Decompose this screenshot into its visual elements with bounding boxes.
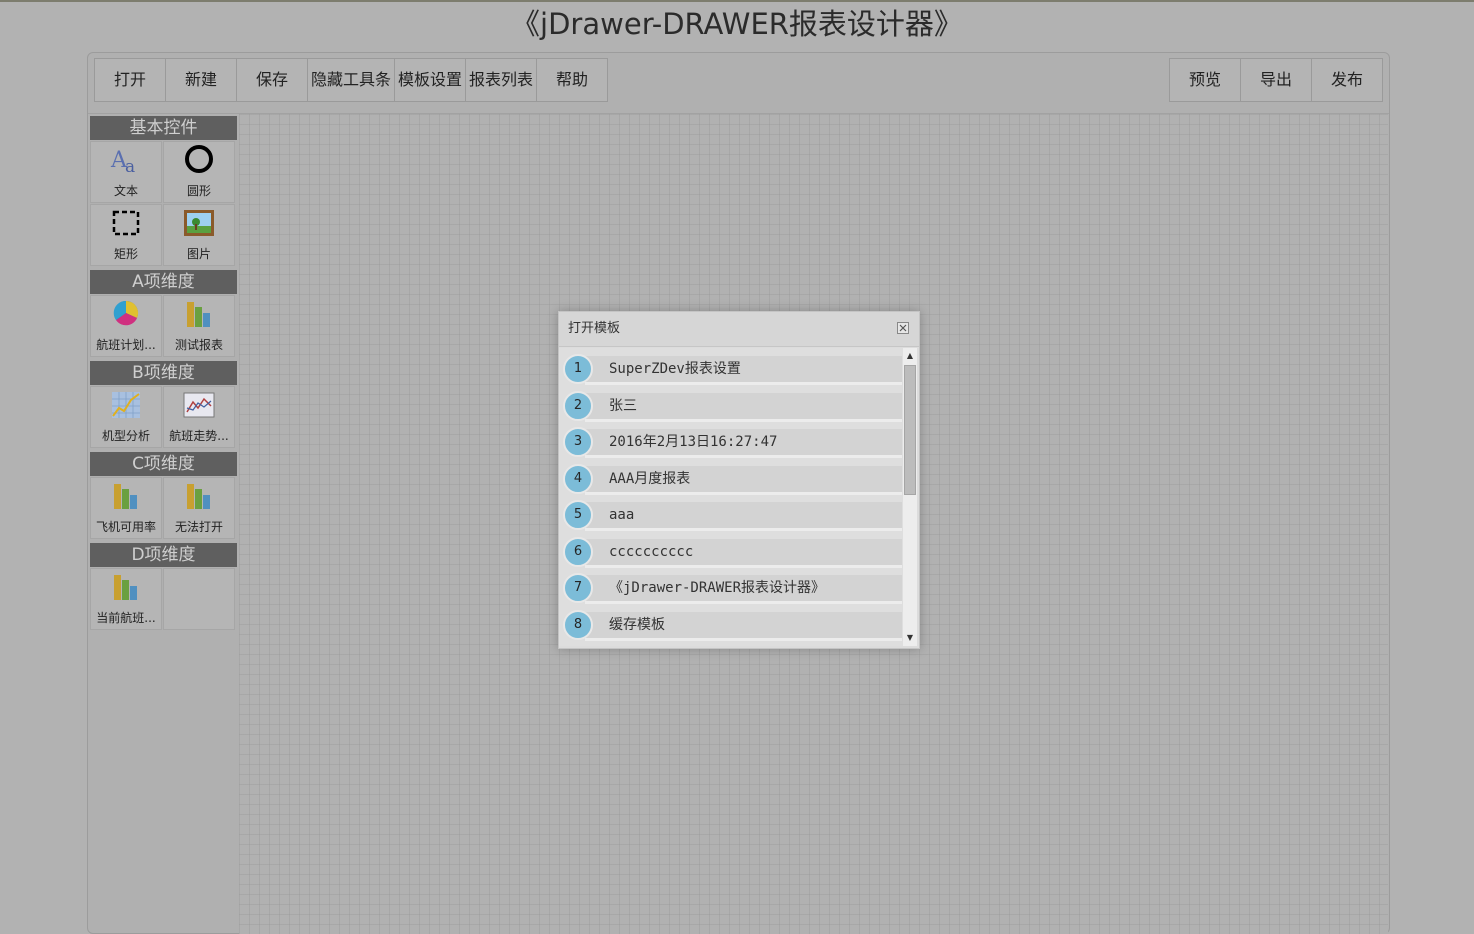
palette-item-label: 无法打开: [174, 520, 223, 534]
palette-item[interactable]: 矩形: [90, 204, 162, 266]
palette-item[interactable]: 图片: [163, 204, 235, 266]
palette-item[interactable]: Aa 文本: [90, 141, 162, 203]
palette-item[interactable]: 航班走势...: [163, 386, 235, 448]
list-item-number: 6: [563, 536, 593, 567]
bar-chart-icon: [183, 481, 215, 513]
palette-item-label: 当前航班...: [96, 611, 156, 625]
template-list-item[interactable]: 3 2016年2月13日16:27:47: [563, 427, 902, 458]
component-palette: 基本控件 Aa 文本 圆形矩形 图片 A项维度航班计划... 测试报表 B项维度机型分析 航班走…: [90, 116, 237, 634]
list-item-number: 1: [563, 354, 593, 384]
list-item-label: SuperZDev报表设置: [609, 361, 741, 377]
scroll-down-icon[interactable]: ▼: [903, 632, 917, 644]
list-item-label: aaa: [609, 507, 635, 523]
palette-item[interactable]: 无法打开: [163, 477, 235, 539]
palette-item-label: 圆形: [186, 184, 211, 198]
toolbar-right-group: 预览 导出 发布: [1169, 58, 1383, 102]
trend-chart-icon: [183, 390, 215, 422]
list-item-label: 张三: [609, 397, 637, 414]
line-chart-icon: [110, 390, 142, 422]
save-button[interactable]: 保存: [236, 58, 307, 102]
template-settings-button[interactable]: 模板设置: [394, 58, 466, 102]
scrollbar[interactable]: ▲ ▼: [903, 348, 917, 646]
bar-chart-icon: [110, 572, 142, 604]
list-item-number: 8: [563, 609, 593, 640]
publish-button[interactable]: 发布: [1311, 58, 1383, 102]
text-icon: Aa: [110, 145, 142, 177]
template-list-item[interactable]: 2 张三: [563, 390, 902, 422]
bar-chart-icon: [110, 481, 142, 513]
template-list: 8 缓存模板 7 《jDrawer-DRAWER报表设计器》 6 cccccccccc 5 a…: [559, 348, 917, 646]
palette-group-header: C项维度: [90, 452, 237, 476]
palette-item[interactable]: 机型分析: [90, 386, 162, 448]
rectangle-icon: [110, 208, 142, 240]
palette-item-label: 机型分析: [101, 429, 150, 443]
list-item-number: 2: [563, 390, 593, 421]
template-list-item[interactable]: 5 aaa: [563, 500, 902, 531]
template-list-item[interactable]: 1 SuperZDev报表设置: [563, 354, 902, 385]
template-list-item[interactable]: 8 缓存模板: [563, 609, 902, 641]
dialog-header: 打开模板: [559, 312, 919, 347]
palette-item[interactable]: 测试报表: [163, 295, 235, 357]
scrollbar-thumb[interactable]: [904, 365, 916, 495]
template-list-item[interactable]: 4 AAA月度报表: [563, 463, 902, 495]
bar-chart-icon: [183, 299, 215, 331]
palette-empty-cell: [163, 568, 235, 630]
help-button[interactable]: 帮助: [536, 58, 609, 102]
open-template-dialog: 打开模板 8 缓存模板 7 《jDrawer-DRAWER报表设计器》 6 ccccccc…: [558, 311, 920, 649]
palette-group: 当前航班...: [90, 568, 237, 630]
new-button[interactable]: 新建: [165, 58, 236, 102]
toolbar-left-group: 打开 新建 保存 隐藏工具条 模板设置 报表列表 帮助: [94, 58, 609, 102]
palette-item-label: 飞机可用率: [95, 520, 156, 534]
dialog-title: 打开模板: [568, 321, 621, 336]
list-item-number: 3: [563, 427, 593, 457]
palette-item[interactable]: 飞机可用率: [90, 477, 162, 539]
palette-group-header: A项维度: [90, 270, 237, 294]
palette-item-label: 测试报表: [174, 338, 223, 352]
palette-group-header: 基本控件: [90, 116, 237, 140]
list-item-label: 《jDrawer-DRAWER报表设计器》: [609, 580, 826, 596]
template-list-item[interactable]: 7 《jDrawer-DRAWER报表设计器》: [563, 573, 902, 604]
list-item-label: cccccccccc: [609, 543, 694, 560]
pie-chart-icon: [110, 299, 142, 331]
palette-item-label: 图片: [186, 247, 211, 261]
palette-item[interactable]: 当前航班...: [90, 568, 162, 630]
hide-toolbar-button[interactable]: 隐藏工具条: [307, 58, 395, 102]
preview-button[interactable]: 预览: [1169, 58, 1240, 102]
svg-text:a: a: [125, 157, 135, 177]
palette-group: 飞机可用率 无法打开: [90, 477, 237, 539]
list-item-label: AAA月度报表: [609, 470, 691, 487]
palette-item-label: 航班走势...: [169, 429, 229, 443]
palette-item[interactable]: 圆形: [163, 141, 235, 203]
scroll-up-icon[interactable]: ▲: [903, 350, 917, 362]
list-item-number: 7: [563, 573, 593, 603]
palette-group: 机型分析 航班走势...: [90, 386, 237, 448]
palette-item-label: 文本: [113, 184, 138, 198]
palette-group: 航班计划... 测试报表: [90, 295, 237, 357]
open-button[interactable]: 打开: [94, 58, 165, 102]
page-title: 《jDrawer-DRAWER报表设计器》: [511, 7, 963, 41]
palette-group-header: D项维度: [90, 543, 237, 567]
close-icon[interactable]: [897, 322, 909, 334]
image-icon: [183, 208, 215, 240]
palette-item[interactable]: 航班计划...: [90, 295, 162, 357]
list-item-number: 4: [563, 463, 593, 494]
palette-group: Aa 文本 圆形矩形 图片: [90, 141, 237, 266]
list-item-label: 2016年2月13日16:27:47: [609, 434, 778, 450]
report-list-button[interactable]: 报表列表: [465, 58, 537, 102]
list-item-label: 缓存模板: [609, 616, 665, 633]
export-button[interactable]: 导出: [1240, 58, 1311, 102]
palette-item-label: 矩形: [113, 247, 138, 261]
palette-group-header: B项维度: [90, 361, 237, 385]
list-item-number: 5: [563, 500, 593, 530]
circle-icon: [183, 145, 215, 177]
palette-item-label: 航班计划...: [96, 338, 156, 352]
template-list-item[interactable]: 6 cccccccccc: [563, 536, 902, 568]
toolbar: 打开 新建 保存 隐藏工具条 模板设置 报表列表 帮助 预览 导出 发布: [88, 53, 1389, 114]
